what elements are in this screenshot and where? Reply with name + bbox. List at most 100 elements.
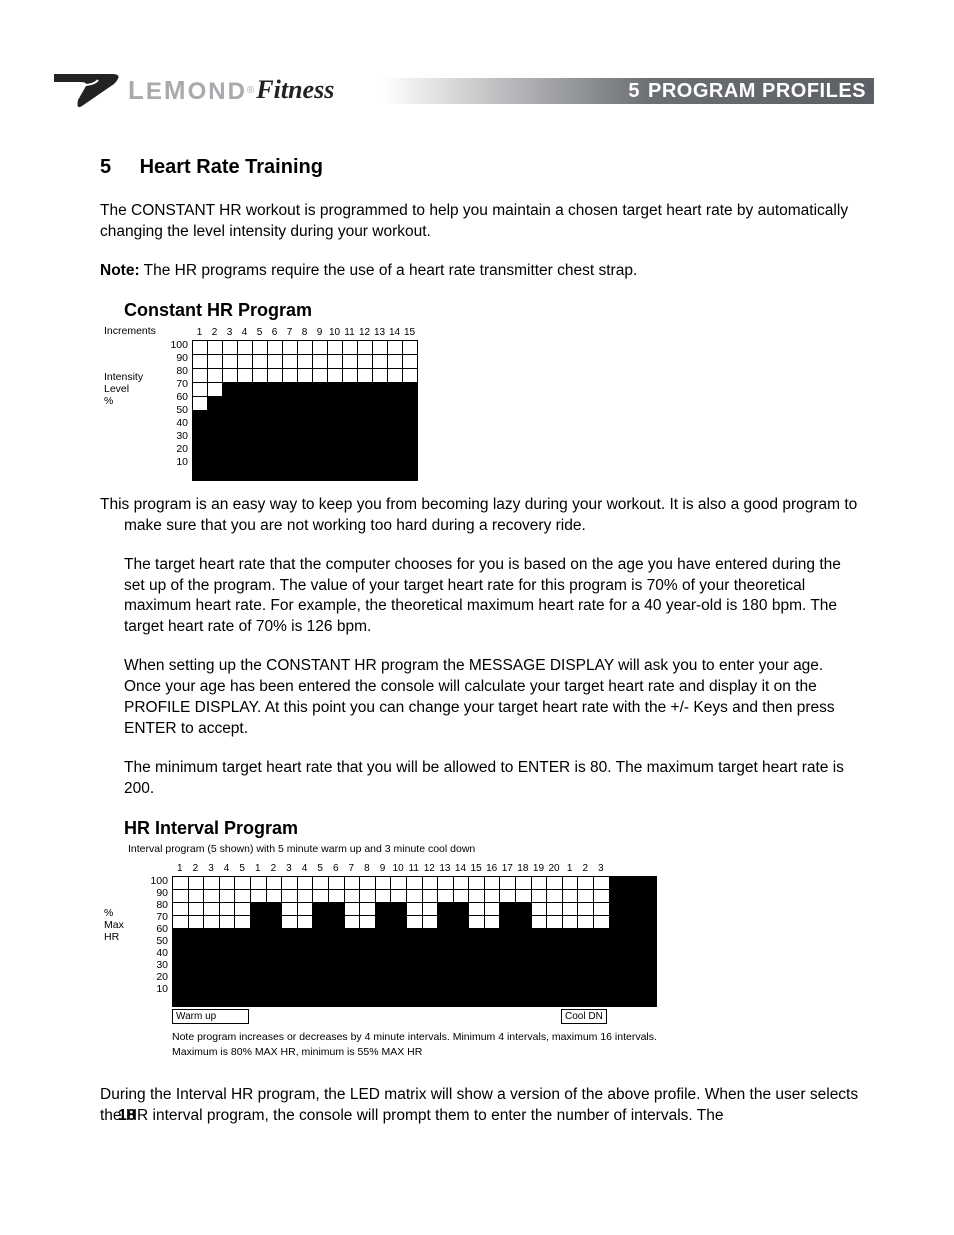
grid-cell bbox=[313, 994, 328, 1006]
note-text: The HR programs require the use of a hea… bbox=[140, 262, 638, 279]
brand-name: LEMOND bbox=[128, 75, 247, 106]
grid-cell bbox=[358, 453, 372, 466]
grid-cell bbox=[594, 877, 609, 889]
grid-cell bbox=[423, 994, 438, 1006]
grid-cell bbox=[173, 929, 188, 941]
grid-cell bbox=[403, 369, 417, 382]
x-tick: 18 bbox=[515, 863, 531, 875]
grid-cell bbox=[563, 916, 578, 928]
grid-cell bbox=[407, 955, 422, 967]
y-tick: 90 bbox=[162, 352, 188, 365]
grid-cell bbox=[220, 994, 235, 1006]
x-tick: 11 bbox=[342, 327, 357, 339]
grid-cell bbox=[391, 981, 406, 993]
x-tick: 14 bbox=[453, 863, 469, 875]
grid-cell bbox=[204, 981, 219, 993]
grid-cell bbox=[407, 968, 422, 980]
grid-cell bbox=[360, 890, 375, 902]
grid-cell bbox=[298, 877, 313, 889]
grid-cell bbox=[173, 903, 188, 915]
grid-cell bbox=[469, 877, 484, 889]
grid-cell bbox=[223, 341, 237, 354]
grid-cell bbox=[516, 955, 531, 967]
brand-swoosh-icon bbox=[52, 70, 126, 110]
grid-cell bbox=[173, 994, 188, 1006]
grid-cell bbox=[235, 903, 250, 915]
grid-cell bbox=[360, 929, 375, 941]
grid-cell bbox=[298, 467, 312, 480]
grid-cell bbox=[547, 903, 562, 915]
grid-cell bbox=[547, 981, 562, 993]
grid-cell bbox=[313, 453, 327, 466]
grid-cell bbox=[532, 942, 547, 954]
grid-cell bbox=[268, 383, 282, 396]
grid-cell bbox=[313, 968, 328, 980]
grid-cell bbox=[391, 942, 406, 954]
grid-cell bbox=[360, 916, 375, 928]
grid-cell bbox=[423, 968, 438, 980]
grid-cell bbox=[238, 439, 252, 452]
grid-cell bbox=[220, 955, 235, 967]
grid-cell bbox=[485, 981, 500, 993]
grid-cell bbox=[313, 383, 327, 396]
grid-cell bbox=[500, 981, 515, 993]
grid-cell bbox=[407, 903, 422, 915]
x-tick: 2 bbox=[577, 863, 593, 875]
page-header: 5 PROGRAM PROFILES LEMOND® Fitness bbox=[52, 72, 874, 120]
grid-cell bbox=[238, 411, 252, 424]
grid-cell bbox=[251, 981, 266, 993]
grid-cell bbox=[516, 981, 531, 993]
grid-cell bbox=[267, 942, 282, 954]
grid-cell bbox=[298, 942, 313, 954]
grid-cell bbox=[454, 994, 469, 1006]
grid-cell bbox=[298, 968, 313, 980]
grid-cell bbox=[345, 994, 360, 1006]
grid-cell bbox=[253, 397, 267, 410]
grid-cell bbox=[547, 942, 562, 954]
grid-cell bbox=[407, 994, 422, 1006]
x-tick: 12 bbox=[357, 327, 372, 339]
grid-cell bbox=[204, 877, 219, 889]
grid-cell bbox=[235, 968, 250, 980]
grid-cell bbox=[454, 955, 469, 967]
x-tick: 12 bbox=[422, 863, 438, 875]
grid-cell bbox=[547, 877, 562, 889]
grid-cell bbox=[345, 942, 360, 954]
grid-cell bbox=[403, 397, 417, 410]
brand-logo: LEMOND® Fitness bbox=[52, 66, 412, 114]
header-section-bar: 5 PROGRAM PROFILES bbox=[382, 78, 874, 104]
grid-cell bbox=[223, 467, 237, 480]
grid-cell bbox=[208, 383, 222, 396]
grid-cell bbox=[283, 467, 297, 480]
grid-cell bbox=[283, 439, 297, 452]
grid-cell bbox=[223, 369, 237, 382]
grid-cell bbox=[391, 994, 406, 1006]
grid-cell bbox=[283, 425, 297, 438]
grid-cell bbox=[204, 994, 219, 1006]
grid-cell bbox=[204, 890, 219, 902]
x-tick: 15 bbox=[468, 863, 484, 875]
chart2-title: HR Interval Program bbox=[124, 818, 864, 839]
grid-cell bbox=[469, 942, 484, 954]
x-tick: 5 bbox=[234, 863, 250, 875]
grid-cell bbox=[282, 916, 297, 928]
x-tick: 10 bbox=[327, 327, 342, 339]
y-tick: 80 bbox=[142, 899, 168, 911]
chart2-subtitle: Interval program (5 shown) with 5 minute… bbox=[128, 843, 864, 855]
grid-cell bbox=[223, 425, 237, 438]
grid-cell bbox=[373, 397, 387, 410]
grid-cell bbox=[578, 916, 593, 928]
grid-cell bbox=[388, 341, 402, 354]
grid-cell bbox=[253, 439, 267, 452]
note-paragraph: Note: The HR programs require the use of… bbox=[100, 261, 864, 282]
x-tick: 15 bbox=[402, 327, 417, 339]
grid-cell bbox=[388, 467, 402, 480]
grid-cell bbox=[376, 929, 391, 941]
grid-cell bbox=[267, 877, 282, 889]
grid-cell bbox=[469, 955, 484, 967]
grid-cell bbox=[313, 439, 327, 452]
grid-cell bbox=[578, 981, 593, 993]
grid-cell bbox=[547, 994, 562, 1006]
grid-cell bbox=[388, 425, 402, 438]
grid-cell bbox=[282, 968, 297, 980]
